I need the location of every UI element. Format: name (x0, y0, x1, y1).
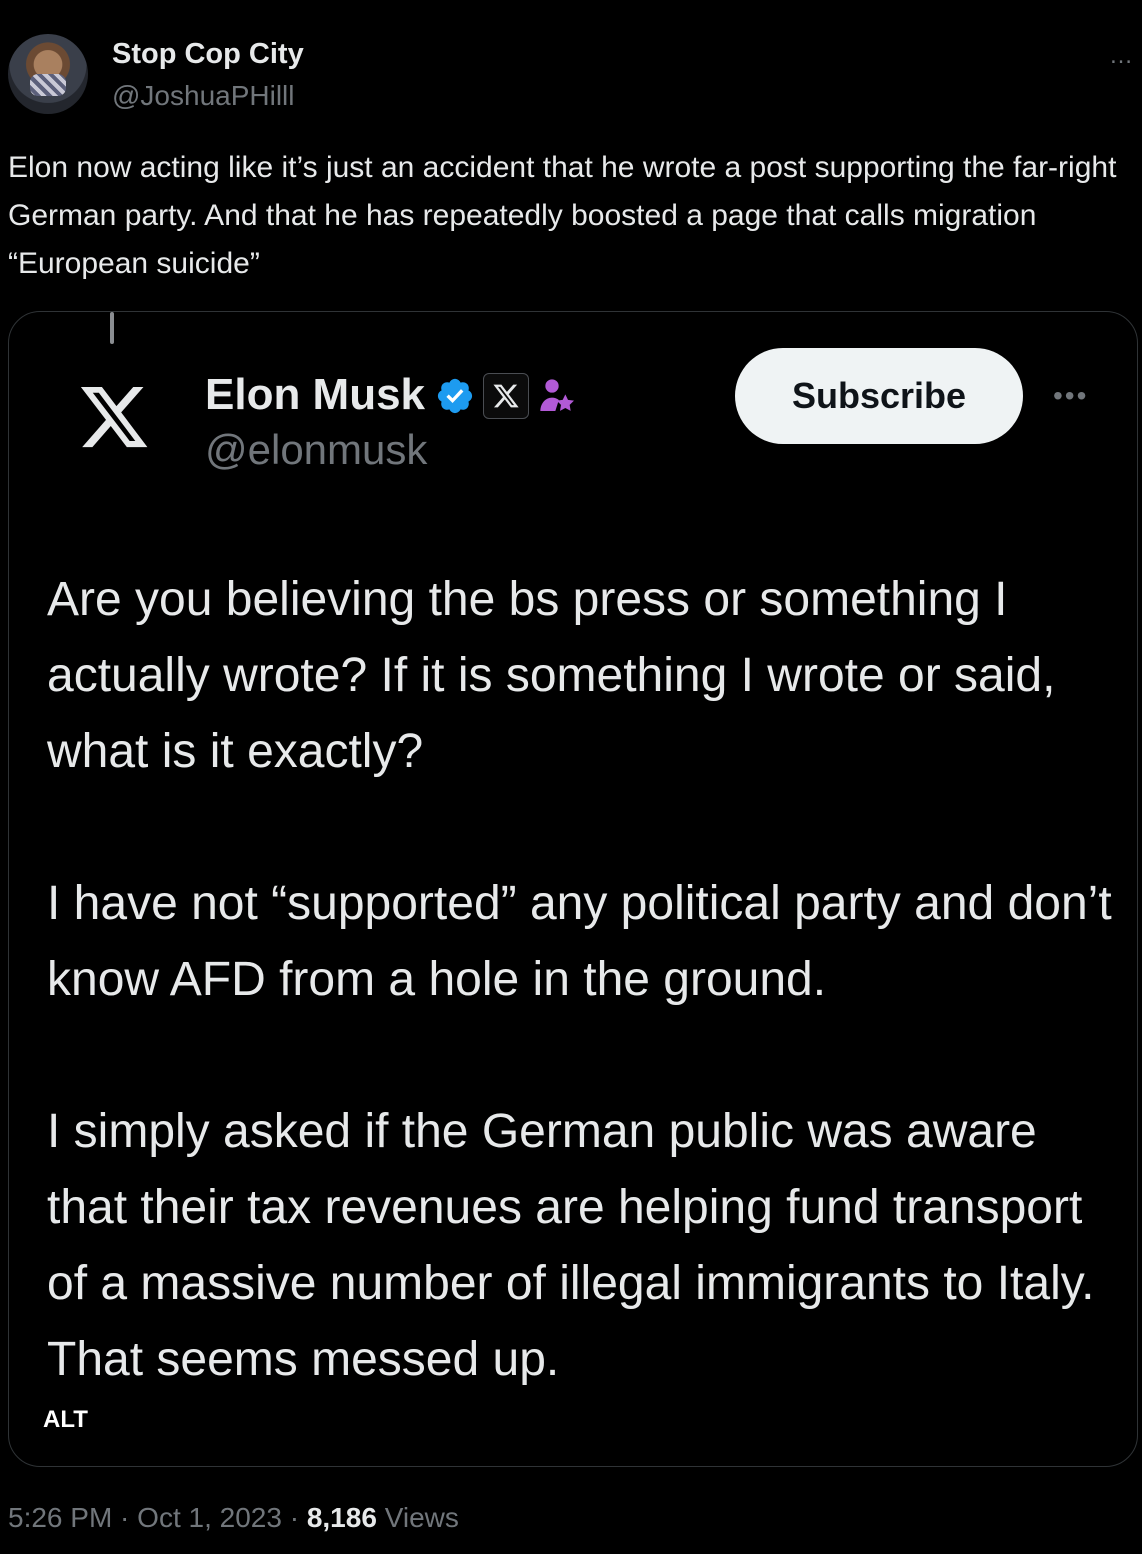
views-label: Views (384, 1502, 459, 1533)
screenshot-edge-marker (110, 312, 114, 344)
quoted-author-name: Elon Musk (205, 370, 426, 419)
author-name[interactable]: Stop Cop City (112, 38, 304, 71)
quoted-paragraph: Are you believing the bs press or someth… (47, 573, 1056, 778)
affiliate-person-star-icon (540, 379, 574, 411)
quoted-post-text: Are you believing the bs press or someth… (47, 562, 1127, 1398)
author-handle[interactable]: @JoshuaPHilll (112, 80, 295, 112)
quoted-author-handle: @elonmusk (205, 426, 428, 473)
alt-text-badge[interactable]: ALT (43, 1406, 88, 1434)
badge-group (435, 372, 577, 420)
views-count[interactable]: 8,186 (307, 1502, 377, 1533)
meta-separator: · (281, 1502, 307, 1533)
more-options-icon[interactable]: … (1109, 42, 1134, 70)
tweet-time[interactable]: 5:26 PM (8, 1502, 112, 1533)
quoted-more-icon: ••• (1053, 380, 1089, 411)
tweet-header: Stop Cop City @JoshuaPHilll … (8, 34, 1134, 114)
quoted-paragraph: I simply asked if the German public was … (47, 1105, 1095, 1386)
meta-separator: · (112, 1502, 138, 1533)
tweet-date[interactable]: Oct 1, 2023 (137, 1502, 282, 1533)
verified-badge-icon (437, 378, 473, 414)
tweet-text: Elon now acting like it’s just an accide… (8, 151, 1117, 280)
quoted-paragraph: I have not “supported” any political par… (47, 877, 1112, 1006)
tweet-metadata: 5:26 PM · Oct 1, 2023 · 8,186 Views (8, 1502, 459, 1534)
avatar[interactable] (8, 34, 88, 114)
x-logo-icon (80, 386, 148, 448)
tweet-image[interactable]: Elon Musk @elonmusk Subscribe ••• Are yo… (8, 311, 1138, 1467)
x-affiliate-badge-icon (483, 373, 529, 419)
subscribe-button: Subscribe (735, 348, 1023, 444)
